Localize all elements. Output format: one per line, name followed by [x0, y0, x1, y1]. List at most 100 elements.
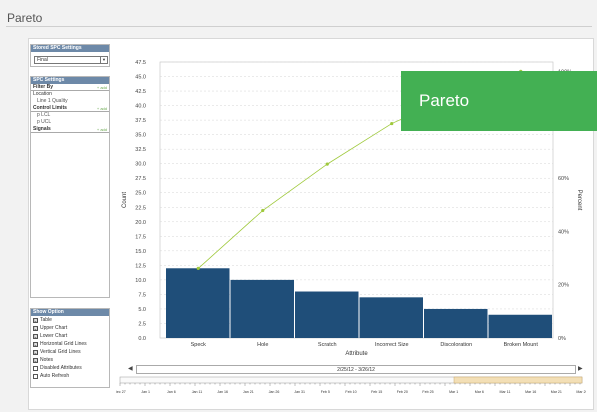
- timeline-date-label: Mar 11: [500, 390, 511, 394]
- plcl-item[interactable]: p LCL: [31, 112, 109, 119]
- checkbox-label: Disabled Attributes: [40, 365, 82, 371]
- stored-settings-panel: Stored SPC Settings Final ▼: [30, 44, 110, 67]
- timeline-date-label: Mar 1: [449, 390, 458, 394]
- title-divider: [6, 26, 592, 27]
- bar: [359, 297, 423, 338]
- pareto-label-banner: Pareto: [401, 71, 597, 131]
- y2-axis-label: Percent: [576, 190, 582, 211]
- y-tick-label: 20.0: [135, 220, 146, 226]
- timeline-date-label: Feb 15: [371, 390, 382, 394]
- timeline-date-label: Feb 20: [397, 390, 408, 394]
- show-option-header: Show Option: [31, 309, 109, 316]
- signals-add-link[interactable]: + add: [97, 126, 107, 133]
- y-tick-label: 12.5: [135, 263, 146, 269]
- y-tick-label: 42.5: [135, 89, 146, 95]
- show-option-table[interactable]: ☑ Table: [31, 316, 109, 324]
- x-axis-label: Attribute: [345, 351, 368, 357]
- timeline-date-label: Mar 6: [475, 390, 484, 394]
- checkbox[interactable]: ☑: [33, 357, 38, 363]
- cumulative-point: [390, 121, 394, 126]
- show-option-notes[interactable]: ☑ Notes: [31, 356, 109, 364]
- timeline-date-label: Jan 26: [269, 390, 280, 394]
- timeline-date-label: Jan 1: [141, 390, 150, 394]
- control-limits-label: Control Limits: [33, 105, 67, 111]
- y-tick-label: 15.0: [135, 249, 146, 255]
- y-tick-label: 5.0: [138, 307, 146, 313]
- page-title: Pareto: [7, 11, 43, 25]
- y-tick-label: 32.5: [135, 147, 146, 153]
- cumulative-point: [261, 208, 265, 213]
- show-option-vertical-grid[interactable]: ☑ Vertical Grid Lines: [31, 348, 109, 356]
- y-tick-label: 37.5: [135, 118, 146, 124]
- show-option-lower-chart[interactable]: ☑ Lower Chart: [31, 332, 109, 340]
- y2-tick-label: 60%: [558, 176, 569, 182]
- y-tick-label: 47.5: [135, 60, 146, 66]
- timeline-date-label: Dec 27: [116, 390, 126, 394]
- timeline-selection[interactable]: [453, 376, 583, 384]
- stored-settings-select[interactable]: Final ▼: [34, 56, 108, 64]
- date-range-bar[interactable]: 2/25/12 - 3/26/12: [136, 365, 576, 374]
- cumulative-point: [325, 162, 329, 166]
- bar: [424, 308, 488, 338]
- checkbox-label: Notes: [40, 357, 54, 363]
- timeline-date-label: Feb 25: [422, 390, 433, 394]
- timeline-date-label: Mar 16: [525, 390, 536, 394]
- y2-tick-label: 20%: [558, 283, 569, 289]
- x-tick-label: Hole: [257, 342, 268, 348]
- checkbox-label: Upper Chart: [40, 325, 68, 331]
- y-tick-label: 40.0: [135, 104, 146, 110]
- checkbox[interactable]: [33, 373, 38, 379]
- bar: [230, 279, 294, 338]
- cumulative-point: [196, 266, 200, 270]
- y-tick-label: 30.0: [135, 162, 146, 168]
- timeline-navigator[interactable]: Dec 27 Jan 1 Jan 6 Jan 11 Jan 16 Jan 21 Jan 26…: [116, 375, 586, 399]
- show-option-disabled-attributes[interactable]: Disabled Attributes: [31, 364, 109, 372]
- signals-label: Signals: [33, 126, 51, 132]
- filter-add-link[interactable]: + add: [97, 84, 107, 91]
- location-label: Location: [33, 91, 52, 97]
- timeline-date-label: Mar 21: [551, 390, 562, 394]
- y-tick-label: 7.5: [138, 292, 146, 298]
- x-tick-label: Discoloration: [440, 342, 472, 348]
- scroll-left-arrow[interactable]: ◀: [128, 365, 133, 372]
- show-option-auto-refresh[interactable]: Auto Refresh: [31, 372, 109, 380]
- bar: [295, 291, 359, 338]
- y-tick-label: 25.0: [135, 191, 146, 197]
- location-value[interactable]: Line 1 Quality: [31, 98, 109, 105]
- checkbox[interactable]: ☑: [33, 349, 38, 355]
- y-tick-label: 22.5: [135, 205, 146, 211]
- pucl-item[interactable]: p UCL: [31, 119, 109, 126]
- show-option-panel: Show Option ☑ Table ☑ Upper Chart ☑ Lower C…: [30, 308, 110, 388]
- timeline-date-label: Feb 10: [345, 390, 356, 394]
- checkbox-label: Auto Refresh: [40, 373, 70, 379]
- y-tick-label: 0.0: [138, 336, 146, 342]
- y2-tick-label: 0%: [558, 336, 566, 342]
- checkbox-label: Vertical Grid Lines: [40, 349, 81, 355]
- app-frame: Pareto Stored SPC Settings Final ▼ SPC S…: [0, 0, 597, 412]
- checkbox-label: Table: [40, 317, 52, 323]
- show-option-horizontal-grid[interactable]: ☑ Horizontal Grid Lines: [31, 340, 109, 348]
- x-tick-label: Incorrect Size: [375, 342, 409, 348]
- spc-settings-panel: SPC Settings Filter By + add Location Li…: [30, 76, 110, 298]
- checkbox-label: Horizontal Grid Lines: [40, 341, 87, 347]
- timeline-date-label: Mar 26: [576, 390, 586, 394]
- stored-settings-header: Stored SPC Settings: [31, 45, 109, 52]
- control-limits-add-link[interactable]: + add: [97, 105, 107, 112]
- timeline-date-label: Jan 11: [192, 390, 203, 394]
- y-axis-label: Count: [122, 192, 128, 208]
- timeline-date-label: Jan 31: [294, 390, 305, 394]
- x-tick-label: Broken Mount: [504, 342, 539, 348]
- checkbox-label: Lower Chart: [40, 333, 68, 339]
- scroll-right-arrow[interactable]: ▶: [578, 365, 583, 372]
- show-option-upper-chart[interactable]: ☑ Upper Chart: [31, 324, 109, 332]
- timeline-date-label: Jan 16: [217, 390, 228, 394]
- checkbox[interactable]: ☑: [33, 333, 38, 339]
- checkbox[interactable]: [33, 365, 38, 371]
- checkbox[interactable]: ☑: [33, 341, 38, 347]
- chevron-down-icon[interactable]: ▼: [100, 57, 107, 63]
- filter-by-row: Filter By + add: [31, 84, 109, 91]
- x-tick-label: Speck: [191, 342, 207, 348]
- checkbox[interactable]: ☑: [33, 325, 38, 331]
- checkbox[interactable]: ☑: [33, 317, 38, 323]
- x-tick-label: Scratch: [318, 342, 337, 348]
